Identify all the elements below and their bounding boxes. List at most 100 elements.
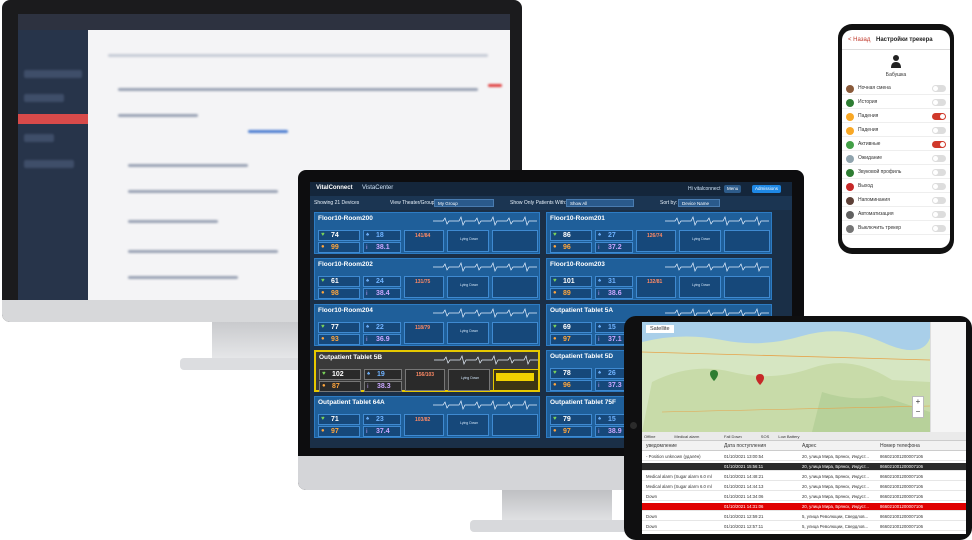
patient-card[interactable]: Floor10-Room204 ♥ 77 ♠ 22 ● 93 ⅰ 36.9 118/79 Lying… bbox=[314, 304, 540, 346]
patient-card[interactable]: Outpatient Tablet 5B ♥ 102 ♠ 19 ● 87 ⅰ 38.3 156/1… bbox=[314, 350, 540, 392]
spo2-value: 97 bbox=[331, 428, 339, 435]
spo2-value: 87 bbox=[332, 383, 340, 390]
vista-menu-button[interactable]: Menu bbox=[724, 185, 742, 193]
table-row[interactable]: 01/10/2021 15:56:11 20, улица Мира, Брянс… bbox=[642, 463, 966, 471]
filter-chip[interactable]: Fall Down bbox=[724, 434, 742, 439]
heart-rate-box: ♥ 79 bbox=[550, 414, 592, 425]
vista-admissions-button[interactable]: Admissions bbox=[752, 185, 782, 193]
back-content-line bbox=[108, 54, 488, 57]
heart-rate-box: ♥ 74 bbox=[318, 230, 360, 241]
phone-device: < Назад Настройки трекера Бабушка Ночная… bbox=[838, 24, 954, 254]
patient-card[interactable]: Floor10-Room201 ♥ 86 ♠ 27 ● 96 ⅰ 37.2 126/74 Lying… bbox=[546, 212, 772, 254]
table-row[interactable]: Down 01/10/2021 14:34:06 20, улица Мира, Б… bbox=[642, 493, 966, 501]
table-cell-date: 01/10/2021 12:57:11 bbox=[724, 524, 764, 529]
setting-icon bbox=[846, 197, 854, 205]
position-value: Lying Down bbox=[460, 283, 479, 287]
patient-device-name: Outpatient Tablet 5B bbox=[319, 354, 383, 361]
setting-toggle[interactable] bbox=[932, 141, 946, 148]
column-header[interactable]: Адрес bbox=[802, 443, 816, 449]
table-cell-date: 01/10/2021 15:56:11 bbox=[724, 464, 764, 469]
patient-card[interactable]: Floor10-Room203 ♥ 101 ♠ 31 ● 89 ⅰ 38.6 132/81 Lyin… bbox=[546, 258, 772, 300]
patient-card[interactable]: Floor10-Room200 ♥ 74 ♠ 18 ● 99 ⅰ 38.1 141/84 Lying… bbox=[314, 212, 540, 254]
setting-toggle[interactable] bbox=[932, 211, 946, 218]
phone-setting-row[interactable]: Выход bbox=[842, 180, 950, 193]
map-marker-red-icon[interactable] bbox=[756, 374, 764, 385]
patient-card[interactable]: Floor10-Room202 ♥ 61 ♠ 24 ● 98 ⅰ 38.4 131/75 Lying… bbox=[314, 258, 540, 300]
filter-chip[interactable]: SOS bbox=[761, 434, 769, 439]
promo-stage: < Назад Настройки трекера Бабушка Ночная… bbox=[0, 0, 972, 540]
phone-setting-row[interactable]: Падения bbox=[842, 110, 950, 123]
phone-setting-row[interactable]: Активные bbox=[842, 138, 950, 151]
setting-icon bbox=[846, 211, 854, 219]
spo2-value: 93 bbox=[331, 336, 339, 343]
thermometer-icon: ⅰ bbox=[366, 337, 368, 343]
setting-toggle[interactable] bbox=[932, 127, 946, 134]
table-row[interactable]: 01/10/2021 14:31:06 20, улица Мира, Брянс… bbox=[642, 503, 966, 511]
phone-setting-row[interactable]: Напоминания bbox=[842, 194, 950, 207]
table-row[interactable]: Medical alarm (Sugar alarm 6.0 ml 01/10/2… bbox=[642, 473, 966, 481]
tablet-table-header: уведомление Дата поступления Адрес Номер те… bbox=[642, 441, 966, 451]
filter-chip[interactable]: Low Battery bbox=[778, 434, 799, 439]
setting-toggle[interactable] bbox=[932, 225, 946, 232]
table-row[interactable]: - Position unknown (удалён) 01/10/2021 13… bbox=[642, 453, 966, 461]
vista-view-select[interactable]: My Group bbox=[434, 199, 494, 207]
spo2-value: 89 bbox=[563, 290, 571, 297]
lungs-icon: ♠ bbox=[598, 232, 602, 238]
setting-toggle[interactable] bbox=[932, 85, 946, 92]
spo2-value: 97 bbox=[563, 336, 571, 343]
back-content-line bbox=[248, 130, 288, 133]
resp-rate-value: 18 bbox=[376, 232, 384, 239]
map-marker-green-icon[interactable] bbox=[710, 370, 718, 381]
map-zoom-control[interactable]: + − bbox=[912, 396, 924, 418]
resp-rate-box: ♠ 24 bbox=[363, 276, 401, 287]
setting-toggle[interactable] bbox=[932, 155, 946, 162]
drop-icon: ● bbox=[321, 244, 325, 250]
setting-toggle[interactable] bbox=[932, 169, 946, 176]
column-header[interactable]: Номер телефона bbox=[880, 443, 920, 449]
setting-toggle[interactable] bbox=[932, 183, 946, 190]
setting-toggle[interactable] bbox=[932, 99, 946, 106]
back-sidebar-active-item bbox=[18, 114, 88, 124]
resp-rate-box: ♠ 31 bbox=[595, 276, 633, 287]
map-satellite-tab[interactable]: Satellite bbox=[646, 325, 674, 333]
phone-setting-row[interactable]: Автоматизация bbox=[842, 208, 950, 221]
resp-rate-value: 26 bbox=[608, 370, 616, 377]
phone-back-button[interactable]: < Назад bbox=[848, 37, 870, 43]
heart-icon: ♥ bbox=[553, 416, 557, 422]
filter-chip[interactable]: Offline bbox=[644, 434, 656, 439]
position-value: Lying Down bbox=[460, 329, 479, 333]
column-header[interactable]: уведомление bbox=[646, 443, 677, 449]
temp-value: 38.3 bbox=[377, 383, 391, 390]
position-box: Lying Down bbox=[447, 276, 489, 298]
table-cell-date: 01/10/2021 14:48:21 bbox=[724, 474, 764, 479]
phone-setting-row[interactable]: История bbox=[842, 96, 950, 109]
resp-rate-box: ♠ 19 bbox=[364, 369, 402, 380]
table-row[interactable]: Down 01/10/2021 12:57:11 5, улица Революци… bbox=[642, 523, 966, 531]
phone-setting-row[interactable]: Падения bbox=[842, 124, 950, 137]
vista-sort-select[interactable]: Device Name bbox=[678, 199, 720, 207]
phone-setting-row[interactable]: Звуковой профиль bbox=[842, 166, 950, 179]
resp-rate-value: 23 bbox=[376, 416, 384, 423]
map-view[interactable]: Satellite + − bbox=[642, 322, 930, 432]
position-box: Lying Down bbox=[447, 322, 489, 344]
table-row[interactable]: Medical alarm (Sugar alarm 6.0 ml 01/10/2… bbox=[642, 483, 966, 491]
column-header[interactable]: Дата поступления bbox=[724, 443, 766, 449]
lungs-icon: ♠ bbox=[598, 324, 602, 330]
back-content-mark bbox=[488, 84, 502, 87]
table-row[interactable]: Down 01/10/2021 12:59:21 5, улица Революци… bbox=[642, 513, 966, 521]
phone-setting-row[interactable]: Выключить трекер bbox=[842, 222, 950, 235]
phone-setting-row[interactable]: Ожидание bbox=[842, 152, 950, 165]
vista-filter-select[interactable]: Show All bbox=[566, 199, 634, 207]
back-sidebar-item bbox=[24, 70, 82, 78]
ecg-waveform bbox=[434, 355, 538, 365]
setting-toggle[interactable] bbox=[932, 113, 946, 120]
filter-chip[interactable]: Medical alarm bbox=[674, 434, 699, 439]
lungs-icon: ♠ bbox=[598, 370, 602, 376]
vista-top-bar: VitalConnect VistaCenter Hi vitalconnect… bbox=[310, 182, 792, 196]
setting-toggle[interactable] bbox=[932, 197, 946, 204]
phone-setting-row[interactable]: Ночная смена bbox=[842, 82, 950, 95]
heart-rate-box: ♥ 61 bbox=[318, 276, 360, 287]
vista-filter-bar: Showing 21 Devices View Theater/Group: M… bbox=[310, 196, 792, 210]
setting-label: Падения bbox=[858, 113, 879, 119]
patient-card[interactable]: Outpatient Tablet 64A ♥ 71 ♠ 23 ● 97 ⅰ 37.4 103/8… bbox=[314, 396, 540, 438]
